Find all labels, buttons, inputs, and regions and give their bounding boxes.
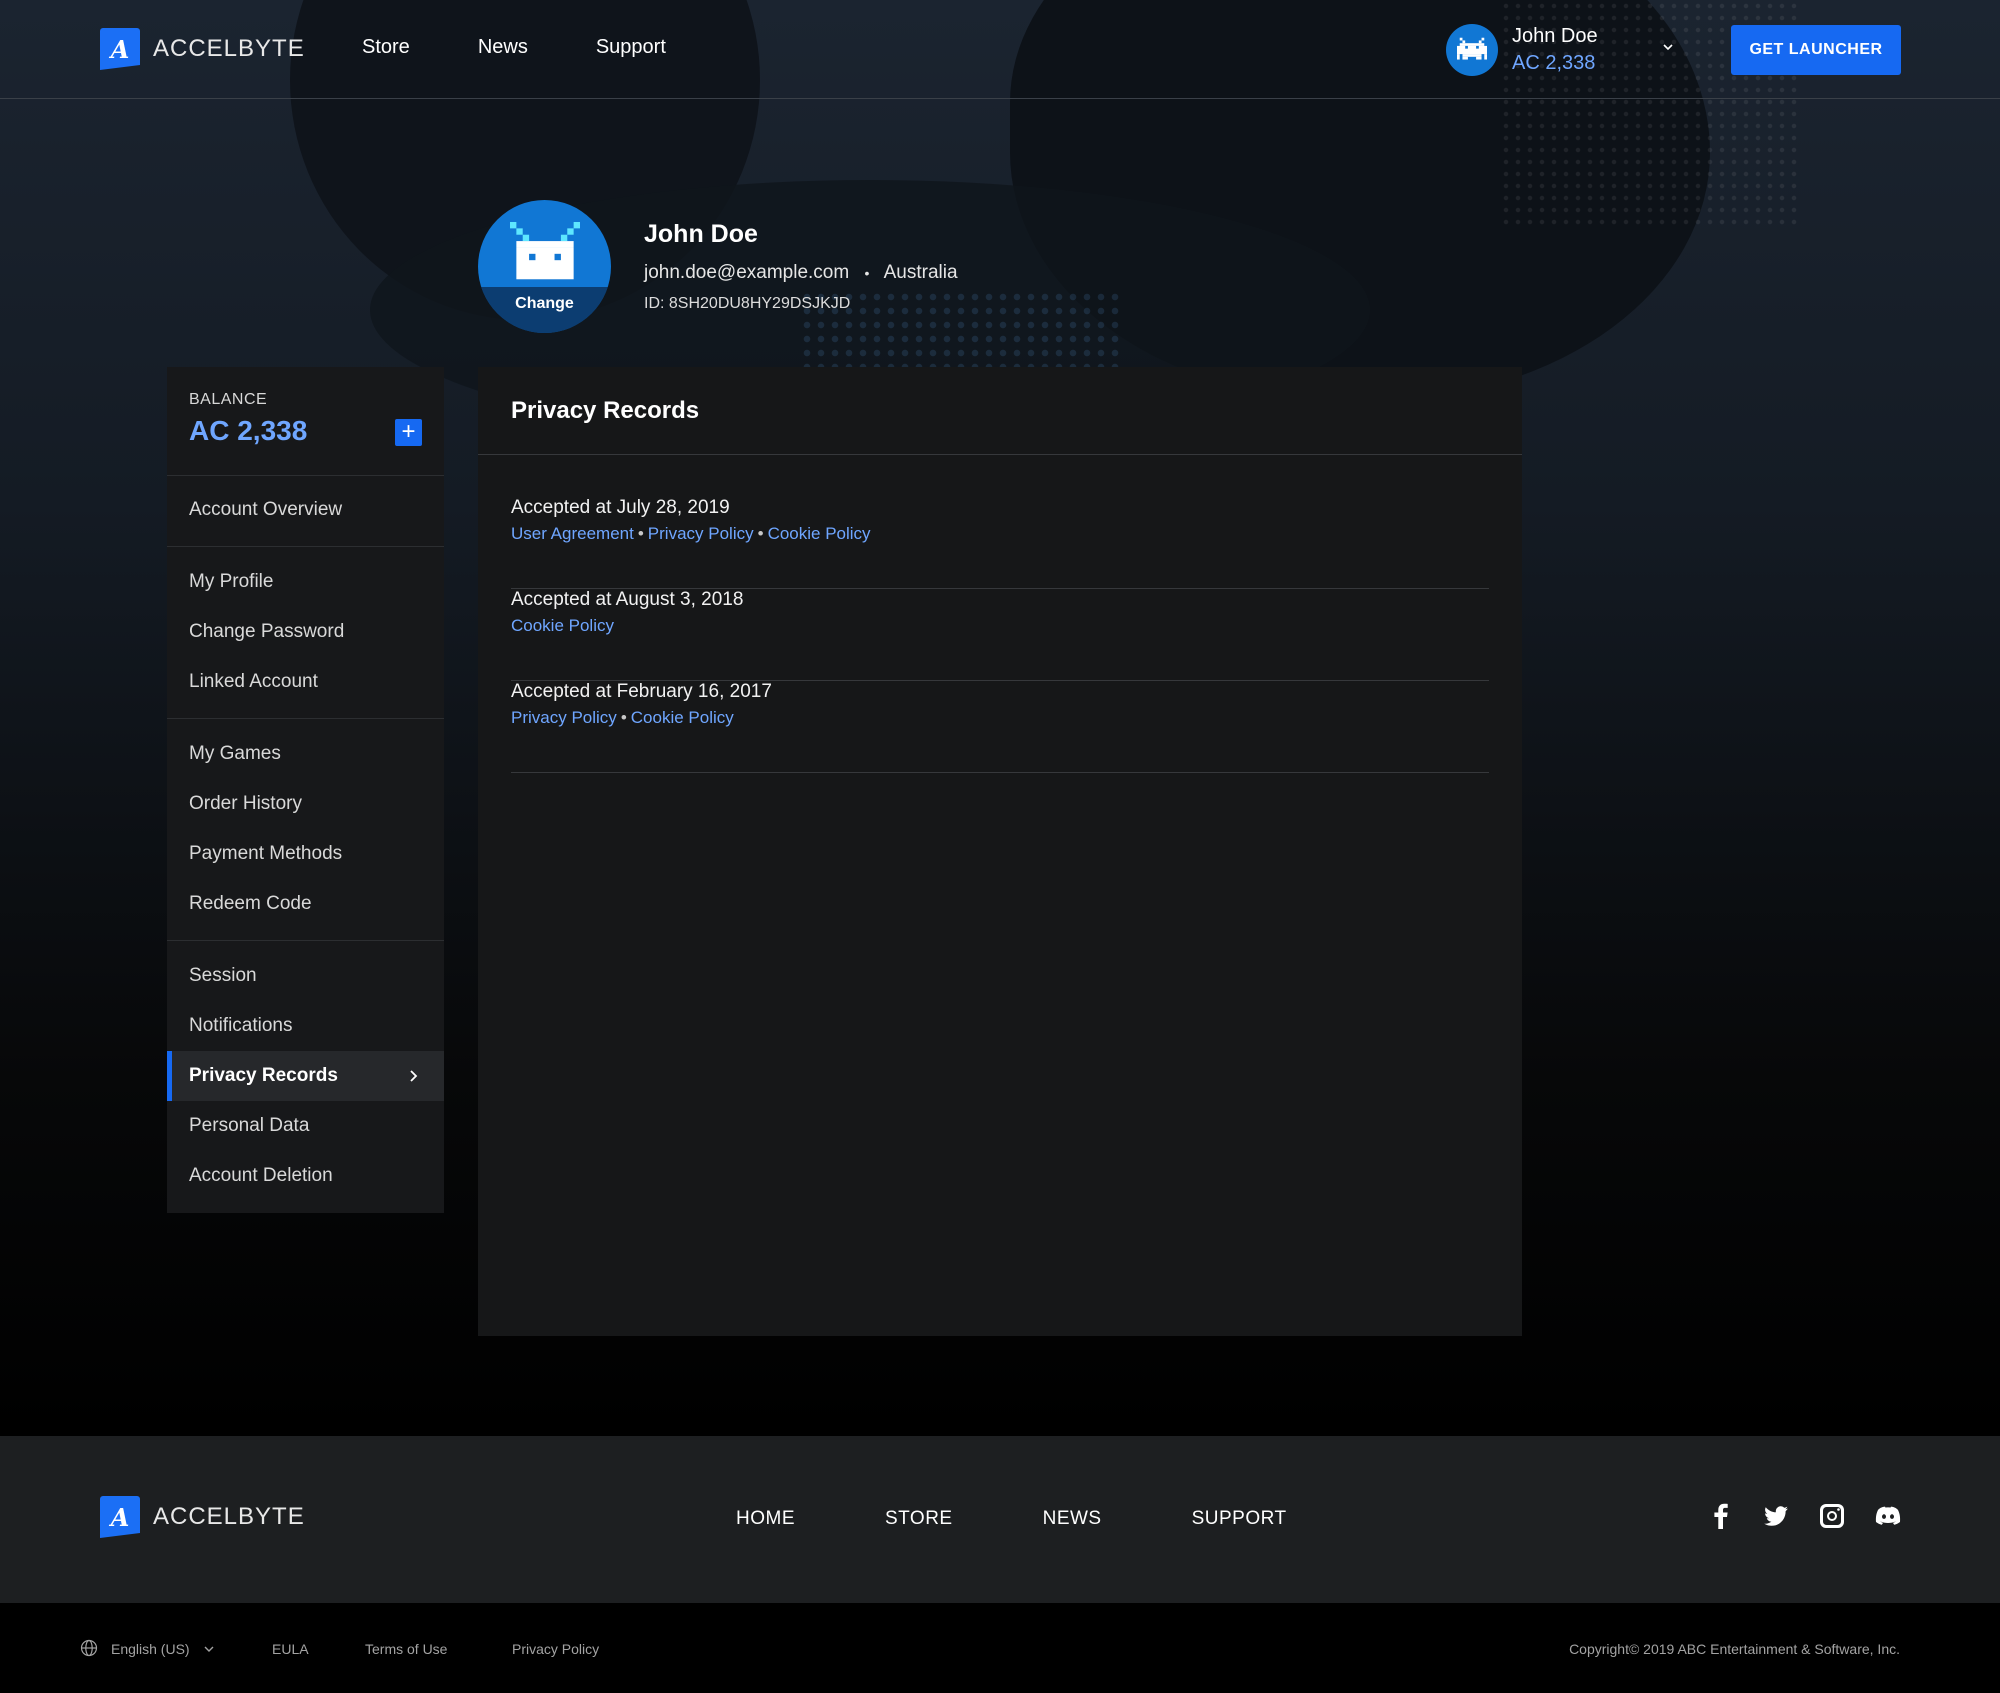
- discord-icon[interactable]: [1874, 1502, 1902, 1530]
- space-invader-icon: [510, 222, 580, 280]
- site-footer: A ACCELBYTE HOME STORE NEWS SUPPORT: [0, 1436, 2000, 1603]
- balance-label: BALANCE: [189, 391, 268, 408]
- privacy-record: Accepted at August 3, 2018 Cookie Policy: [511, 589, 1489, 681]
- brand-name: ACCELBYTE: [153, 35, 305, 62]
- privacy-records-panel: Privacy Records Accepted at July 28, 201…: [478, 367, 1522, 1336]
- chevron-down-icon: [204, 1646, 214, 1652]
- copyright-text: Copyright© 2019 ABC Entertainment & Soft…: [1569, 1641, 1900, 1657]
- brand-logo-icon: A: [100, 1496, 140, 1538]
- twitter-icon[interactable]: [1762, 1502, 1790, 1530]
- get-launcher-button[interactable]: GET LAUNCHER: [1731, 25, 1901, 75]
- profile-separator: •: [864, 265, 870, 281]
- sidebar-item-my-profile[interactable]: My Profile: [167, 557, 444, 607]
- footer-logo[interactable]: A ACCELBYTE: [100, 1496, 305, 1538]
- profile-contact: john.doe@example.com • Australia: [644, 262, 958, 284]
- sidebar-item-notifications[interactable]: Notifications: [167, 1001, 444, 1051]
- nav-store[interactable]: Store: [362, 36, 410, 59]
- footer-nav-support[interactable]: SUPPORT: [1192, 1508, 1287, 1530]
- sidebar-divider: [167, 940, 444, 941]
- space-invader-icon: [1457, 37, 1487, 60]
- record-link-cookie-policy[interactable]: Cookie Policy: [631, 708, 734, 727]
- balance-value: AC 2,338: [189, 415, 308, 446]
- record-links: Privacy Policy • Cookie Policy: [511, 708, 734, 727]
- globe-icon: [80, 1639, 98, 1657]
- privacy-record: Accepted at February 16, 2017 Privacy Po…: [511, 681, 1489, 773]
- chevron-right-icon: [410, 1070, 418, 1082]
- sidebar-divider: [167, 475, 444, 476]
- sidebar-item-personal-data[interactable]: Personal Data: [167, 1101, 444, 1151]
- profile-id: ID: 8SH20DU8HY29DSJKJD: [644, 295, 851, 312]
- profile-country: Australia: [883, 262, 958, 283]
- brand-logo-icon: A: [100, 28, 140, 70]
- sidebar-item-session[interactable]: Session: [167, 951, 444, 1001]
- record-links: Cookie Policy: [511, 616, 614, 636]
- record-links: User Agreement • Privacy Policy • Cookie Pol…: [511, 524, 871, 543]
- main-nav: Store News Support: [362, 36, 734, 59]
- sidebar-divider: [167, 718, 444, 719]
- sidebar-item-account-overview[interactable]: Account Overview: [167, 485, 444, 535]
- panel-title: Privacy Records: [511, 397, 700, 424]
- user-avatar: [1446, 24, 1498, 76]
- privacy-record: Accepted at July 28, 2019 User Agreement…: [511, 497, 1489, 589]
- record-link-cookie-policy[interactable]: Cookie Policy: [511, 616, 614, 635]
- record-link-user-agreement[interactable]: User Agreement: [511, 524, 634, 543]
- record-link-cookie-policy[interactable]: Cookie Policy: [768, 524, 871, 543]
- top-header: A ACCELBYTE Store News Support John Doe …: [0, 0, 2000, 99]
- sidebar-item-account-deletion[interactable]: Account Deletion: [167, 1151, 444, 1201]
- add-balance-button[interactable]: +: [395, 419, 422, 446]
- brand-logo[interactable]: A ACCELBYTE: [100, 28, 305, 70]
- sidebar-divider: [167, 546, 444, 547]
- record-date: Accepted at February 16, 2017: [511, 681, 772, 702]
- sidebar-item-label: Privacy Records: [189, 1065, 338, 1086]
- facebook-icon[interactable]: [1707, 1502, 1735, 1530]
- record-link-privacy-policy[interactable]: Privacy Policy: [648, 524, 754, 543]
- footer-nav-home[interactable]: HOME: [736, 1508, 795, 1530]
- brand-name: ACCELBYTE: [153, 1503, 305, 1530]
- chevron-down-icon[interactable]: [1661, 40, 1675, 54]
- footer-link-terms[interactable]: Terms of Use: [365, 1641, 447, 1657]
- nav-support[interactable]: Support: [596, 36, 666, 59]
- user-menu[interactable]: John Doe AC 2,338: [1446, 24, 1598, 76]
- footer-link-privacy[interactable]: Privacy Policy: [512, 1641, 599, 1657]
- profile-email: john.doe@example.com: [644, 262, 850, 283]
- footer-link-eula[interactable]: EULA: [272, 1641, 309, 1657]
- sidebar-item-order-history[interactable]: Order History: [167, 779, 444, 829]
- instagram-icon[interactable]: [1818, 1502, 1846, 1530]
- user-balance: AC 2,338: [1512, 52, 1596, 74]
- user-name: John Doe: [1512, 25, 1598, 47]
- sidebar-item-my-games[interactable]: My Games: [167, 729, 444, 779]
- footer-nav: HOME STORE NEWS SUPPORT: [736, 1508, 1287, 1530]
- record-date: Accepted at August 3, 2018: [511, 589, 744, 610]
- panel-divider: [478, 454, 1522, 455]
- change-avatar-button[interactable]: Change: [478, 287, 611, 333]
- profile-avatar[interactable]: Change: [478, 200, 611, 333]
- legal-bar: English (US) EULA Terms of Use Privacy P…: [0, 1603, 2000, 1693]
- sidebar-item-change-password[interactable]: Change Password: [167, 607, 444, 657]
- sidebar-item-privacy-records[interactable]: Privacy Records: [167, 1051, 444, 1101]
- sidebar-item-redeem-code[interactable]: Redeem Code: [167, 879, 444, 929]
- record-date: Accepted at July 28, 2019: [511, 497, 730, 518]
- footer-nav-news[interactable]: NEWS: [1043, 1508, 1102, 1530]
- sidebar-item-payment-methods[interactable]: Payment Methods: [167, 829, 444, 879]
- nav-news[interactable]: News: [478, 36, 528, 59]
- record-link-privacy-policy[interactable]: Privacy Policy: [511, 708, 617, 727]
- language-select[interactable]: English (US): [111, 1641, 215, 1657]
- language-label: English (US): [111, 1641, 190, 1657]
- footer-nav-store[interactable]: STORE: [885, 1508, 953, 1530]
- account-sidebar: BALANCE AC 2,338 + Account Overview My P…: [167, 367, 444, 1213]
- profile-name: John Doe: [644, 220, 758, 248]
- sidebar-item-linked-account[interactable]: Linked Account: [167, 657, 444, 707]
